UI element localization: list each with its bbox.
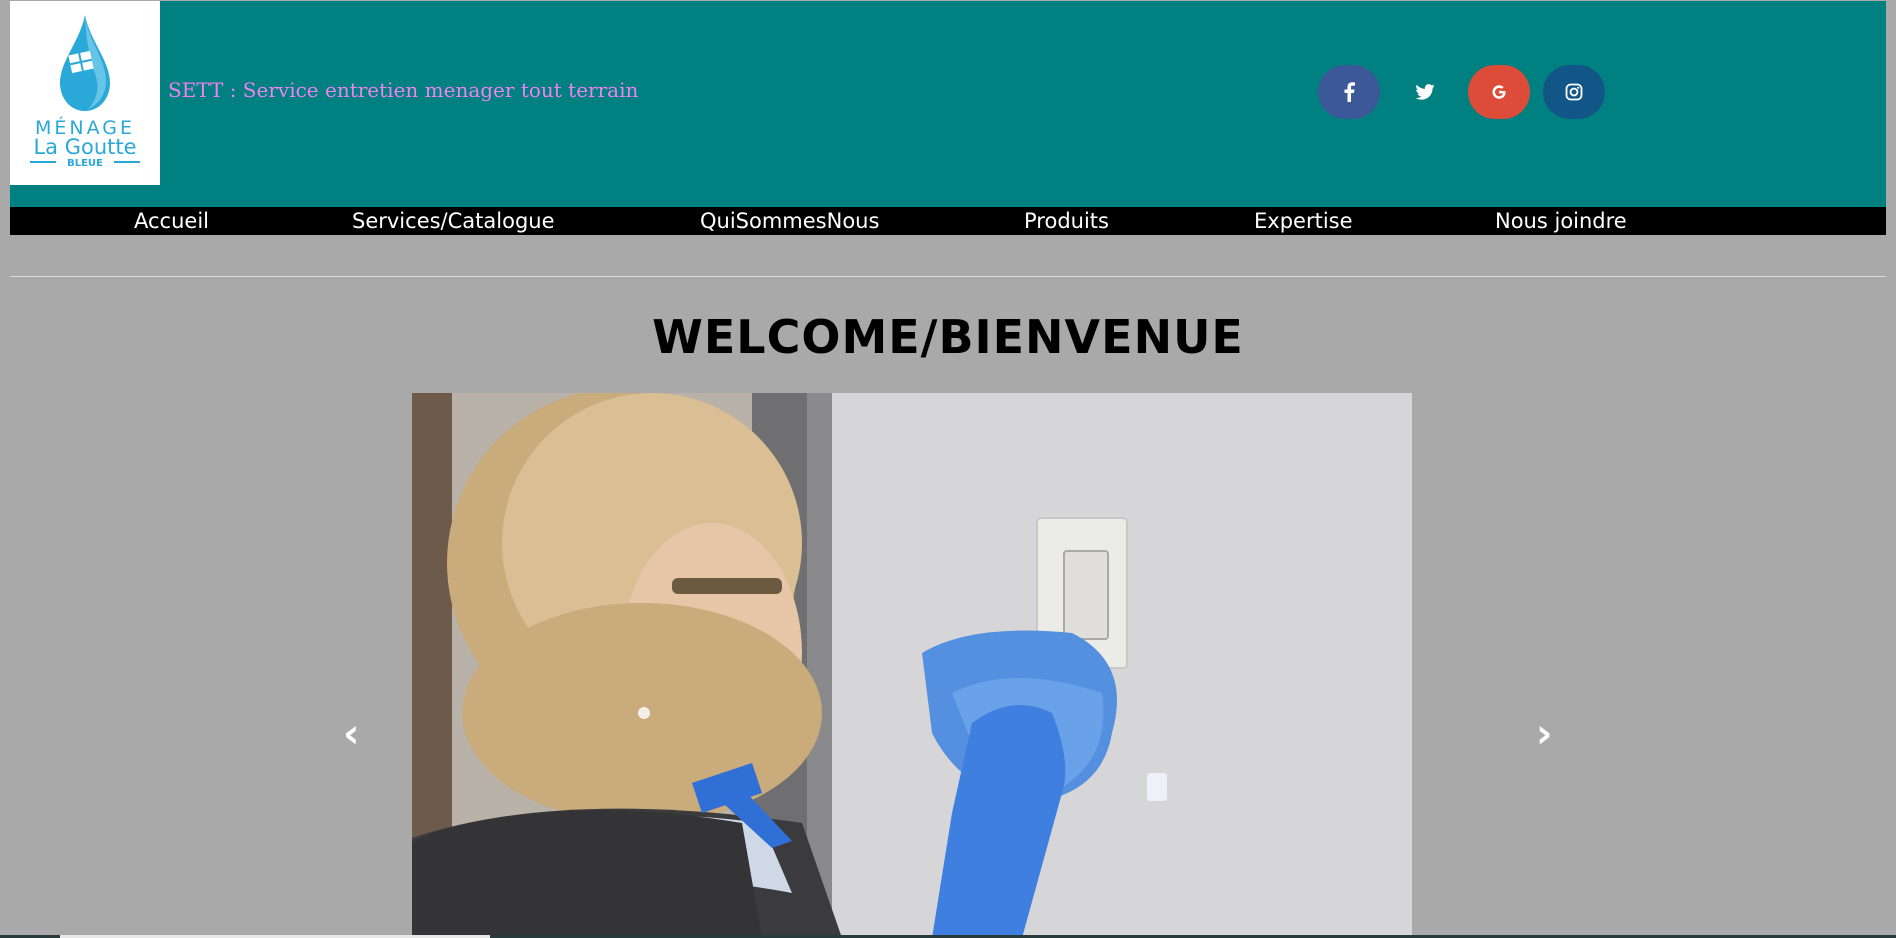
carousel-prev-button[interactable]: ‹: [343, 710, 359, 758]
nav-item-produits[interactable]: Produits: [1024, 209, 1109, 233]
site-header: MÉNAGE La Goutte BLEUE SETT : Service en…: [10, 1, 1886, 207]
svg-text:La Goutte: La Goutte: [33, 135, 136, 159]
nav-item-services-catalogue[interactable]: Services/Catalogue: [352, 209, 555, 233]
facebook-icon: [1343, 82, 1355, 102]
logo-image: MÉNAGE La Goutte BLEUE: [30, 15, 140, 169]
divider: [10, 276, 1886, 277]
main-nav: Accueil Services/Catalogue QuiSommesNous…: [10, 207, 1886, 235]
carousel-slide-image: [412, 393, 1412, 938]
site-tagline: SETT : Service entretien menager tout te…: [168, 78, 639, 102]
nav-item-quisommesnous[interactable]: QuiSommesNous: [700, 209, 879, 233]
twitter-button[interactable]: [1394, 65, 1456, 119]
google-icon: [1490, 83, 1508, 101]
cleaning-photo: [412, 393, 1412, 938]
instagram-icon: [1565, 83, 1583, 101]
instagram-button[interactable]: [1543, 65, 1605, 119]
page-title: WELCOME/BIENVENUE: [652, 310, 1244, 364]
google-button[interactable]: [1468, 65, 1530, 119]
nav-item-accueil[interactable]: Accueil: [134, 209, 209, 233]
logo[interactable]: MÉNAGE La Goutte BLEUE: [10, 1, 160, 185]
nav-item-expertise[interactable]: Expertise: [1254, 209, 1353, 233]
twitter-icon: [1415, 84, 1435, 100]
svg-text:BLEUE: BLEUE: [67, 158, 103, 169]
carousel-next-button[interactable]: ›: [1536, 710, 1552, 758]
nav-item-nous-joindre[interactable]: Nous joindre: [1495, 209, 1627, 233]
facebook-button[interactable]: [1318, 65, 1380, 119]
